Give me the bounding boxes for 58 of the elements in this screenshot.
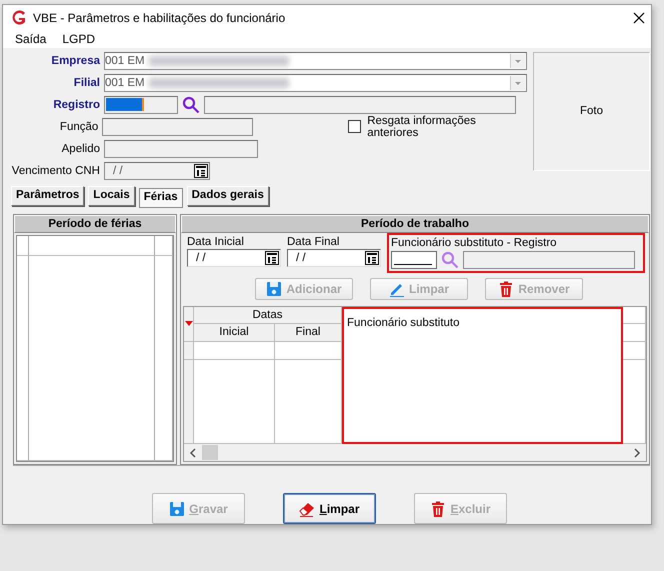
tab[interactable]: Férias xyxy=(138,188,183,208)
tab[interactable]: Parâmetros xyxy=(11,186,84,206)
date-value: / / xyxy=(196,252,206,264)
table-cell xyxy=(275,342,342,360)
search-icon xyxy=(441,250,459,269)
field-label: Vencimento CNH xyxy=(10,164,101,177)
field-label: Empresa xyxy=(50,54,101,67)
text-field[interactable] xyxy=(104,140,258,158)
date-field[interactable]: / / xyxy=(104,162,210,180)
panel-header: Período de férias xyxy=(14,214,176,233)
field-label: Função xyxy=(58,120,100,133)
field-label: Registro xyxy=(52,98,101,111)
date-value: / / xyxy=(113,164,123,177)
trash-icon xyxy=(430,500,446,516)
checkbox[interactable] xyxy=(348,120,362,134)
column-header: Datas xyxy=(194,306,342,324)
tab[interactable]: Dados gerais xyxy=(186,186,269,206)
save-icon xyxy=(169,500,186,516)
registration-field[interactable] xyxy=(391,250,437,269)
field-label: Data Inicial xyxy=(187,236,245,248)
window-title: VBE - Parâmetros e habilitações do funcionário xyxy=(33,10,286,25)
close-icon xyxy=(633,12,645,24)
field-value: 001 EM xyxy=(105,54,145,67)
eraser-icon xyxy=(299,500,316,516)
dropdown-field[interactable]: 001 EM xyxy=(104,74,527,92)
date-field[interactable]: / / xyxy=(287,248,381,267)
search-icon xyxy=(182,96,200,114)
menu-item[interactable]: Saída xyxy=(15,32,46,46)
date-value: / / xyxy=(296,252,306,264)
calendar-icon xyxy=(194,164,208,178)
sort-arrow-icon xyxy=(184,321,192,326)
horizontal-scrollbar[interactable] xyxy=(184,444,646,461)
calendar-icon xyxy=(365,250,379,265)
table-cell xyxy=(155,236,173,256)
dropdown-field[interactable]: 001 EM xyxy=(104,52,527,70)
panel-header: Período de trabalho xyxy=(181,214,649,233)
photo-frame: Foto xyxy=(533,52,650,171)
field-label: Filial xyxy=(72,76,101,89)
scroll-thumb[interactable] xyxy=(202,445,218,460)
field-label: Funcionário substituto - Registro xyxy=(391,236,558,249)
save-icon xyxy=(266,280,282,297)
calendar-icon xyxy=(265,250,279,265)
registration-field[interactable] xyxy=(104,96,178,114)
column-header: Final xyxy=(275,324,342,342)
column-header: Inicial xyxy=(194,324,275,342)
field-label: Apelido xyxy=(60,142,101,155)
name-field[interactable] xyxy=(204,96,516,114)
app-logo-icon xyxy=(11,10,27,26)
trash-icon xyxy=(498,280,514,297)
field-value: 001 EM xyxy=(105,76,145,89)
text-field[interactable] xyxy=(102,118,254,136)
tab[interactable]: Locais xyxy=(88,186,135,206)
checkbox-label: Resgata informações anteriores xyxy=(367,114,477,139)
column-header: Funcionário substituto xyxy=(342,306,623,444)
field-label: Data Final xyxy=(287,236,340,248)
menu-item[interactable]: LGPD xyxy=(62,32,96,46)
date-field[interactable]: / / xyxy=(187,248,281,267)
clear-button[interactable]: Limpar xyxy=(283,493,376,524)
